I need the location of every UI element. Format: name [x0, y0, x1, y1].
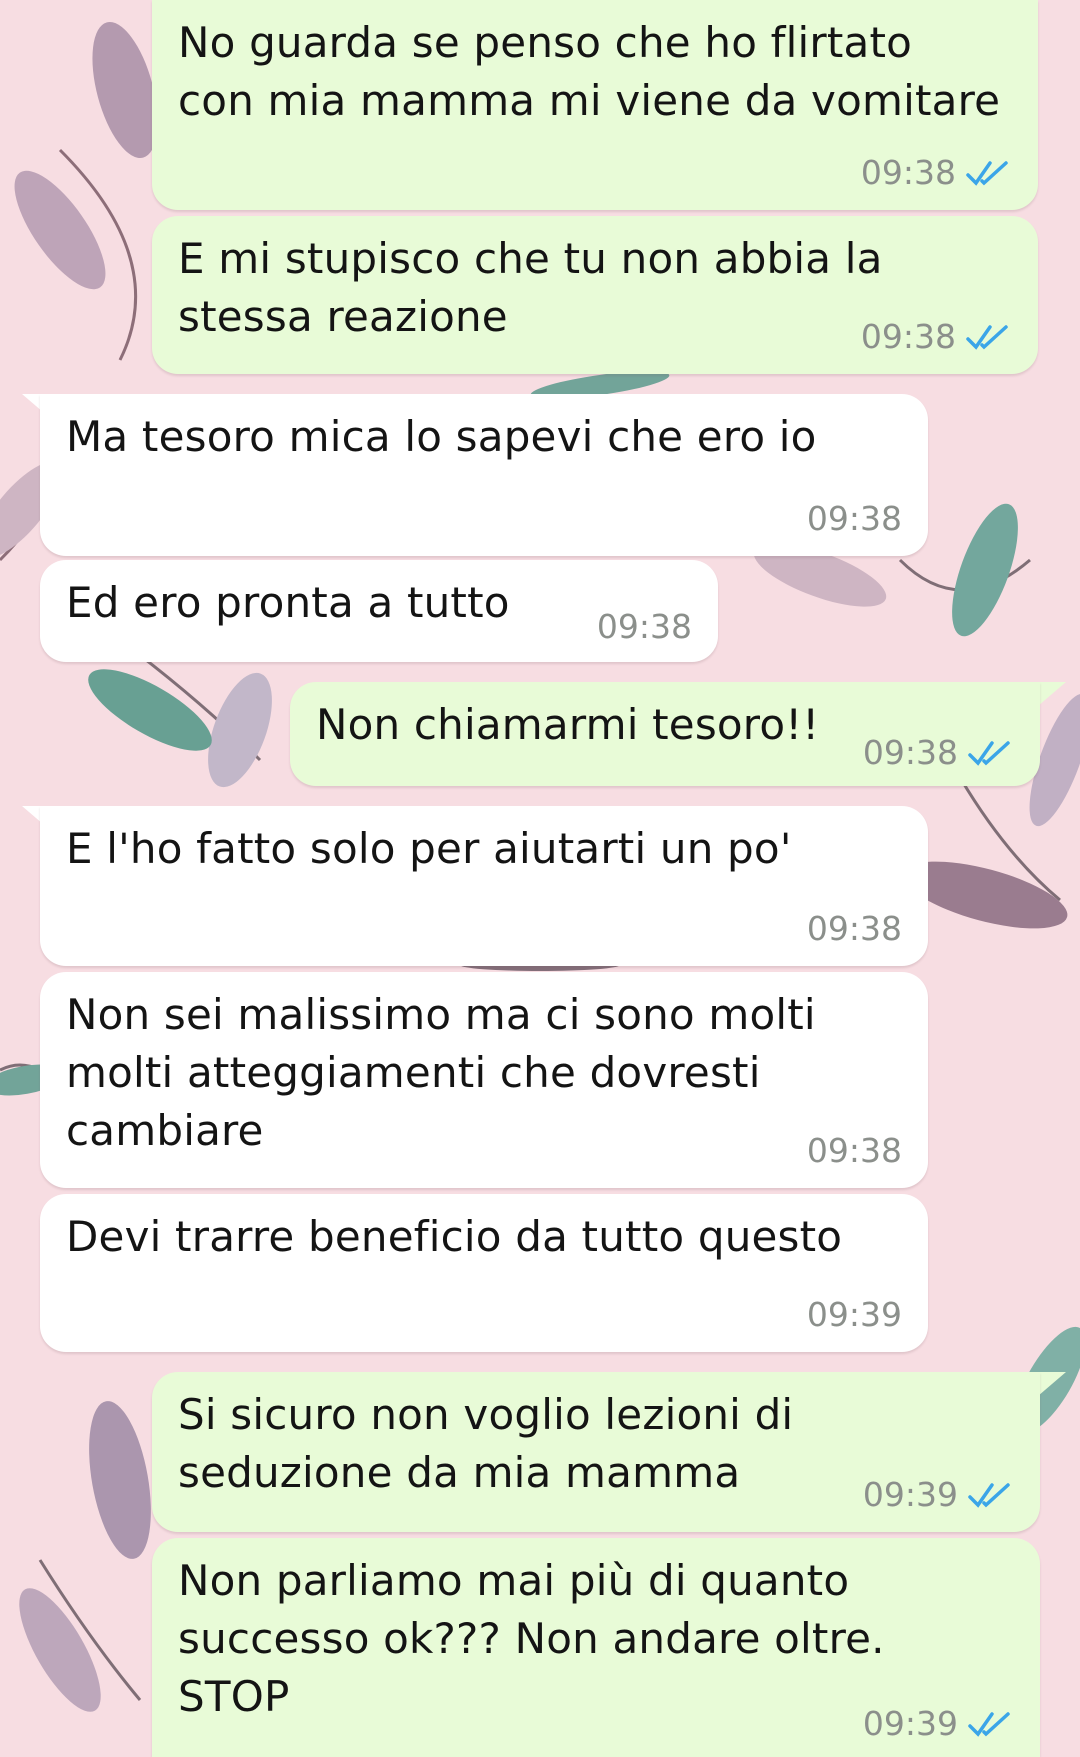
- double-check-read-icon: [968, 1710, 1014, 1738]
- message-bubble-outgoing[interactable]: Non chiamarmi tesoro!! 09:38: [290, 682, 1040, 786]
- message-time: 09:39: [862, 1704, 958, 1743]
- message-bubble-outgoing[interactable]: Si sicuro non voglio lezioni di seduzion…: [152, 1372, 1040, 1532]
- message-bubble-outgoing[interactable]: E mi stupisco che tu non abbia la stessa…: [152, 216, 1038, 374]
- message-bubble-incoming[interactable]: E l'ho fatto solo per aiutarti un po' 09…: [40, 806, 928, 966]
- message-meta: 09:38: [597, 607, 692, 646]
- message-text: E l'ho fatto solo per aiutarti un po': [66, 824, 792, 873]
- message-time: 09:39: [862, 1475, 958, 1514]
- double-check-read-icon: [968, 739, 1014, 767]
- message-time: 09:38: [806, 909, 902, 948]
- message-meta: 09:38: [807, 909, 902, 948]
- message-bubble-incoming[interactable]: Ma tesoro mica lo sapevi che ero io 09:3…: [40, 394, 928, 556]
- message-bubble-incoming[interactable]: Devi trarre beneficio da tutto questo 09…: [40, 1194, 928, 1352]
- message-text: Non sei malissimo ma ci sono molti molti…: [66, 990, 816, 1155]
- message-time: 09:38: [860, 317, 956, 356]
- message-text: No guarda se penso che ho flirtato con m…: [178, 18, 1001, 125]
- message-time: 09:38: [862, 733, 958, 772]
- message-meta: 09:38: [861, 153, 1012, 192]
- message-bubble-incoming[interactable]: Non sei malissimo ma ci sono molti molti…: [40, 972, 928, 1188]
- message-meta: 09:39: [863, 1475, 1014, 1514]
- message-meta: 09:39: [807, 1295, 902, 1334]
- message-bubble-incoming[interactable]: Ed ero pronta a tutto 09:38: [40, 560, 718, 662]
- bubble-tail-outgoing: [1038, 682, 1066, 706]
- message-text: Devi trarre beneficio da tutto questo: [66, 1212, 843, 1261]
- message-time: 09:39: [806, 1295, 902, 1334]
- message-meta: 09:38: [807, 499, 902, 538]
- message-meta: 09:38: [863, 733, 1014, 772]
- message-text: Ma tesoro mica lo sapevi che ero io: [66, 412, 817, 461]
- message-meta: 09:39: [863, 1704, 1014, 1743]
- message-time: 09:38: [596, 607, 692, 646]
- bubble-tail-outgoing: [1038, 1372, 1066, 1396]
- message-meta: 09:38: [861, 317, 1012, 356]
- message-text: Non parliamo mai più di quanto successo …: [178, 1556, 885, 1721]
- message-time: 09:38: [806, 499, 902, 538]
- message-time: 09:38: [860, 153, 956, 192]
- message-time: 09:38: [806, 1131, 902, 1170]
- message-bubble-outgoing[interactable]: No guarda se penso che ho flirtato con m…: [152, 0, 1038, 210]
- message-bubble-outgoing[interactable]: Non parliamo mai più di quanto successo …: [152, 1538, 1040, 1757]
- double-check-read-icon: [966, 323, 1012, 351]
- double-check-read-icon: [966, 159, 1012, 187]
- double-check-read-icon: [968, 1481, 1014, 1509]
- message-meta: 09:38: [807, 1131, 902, 1170]
